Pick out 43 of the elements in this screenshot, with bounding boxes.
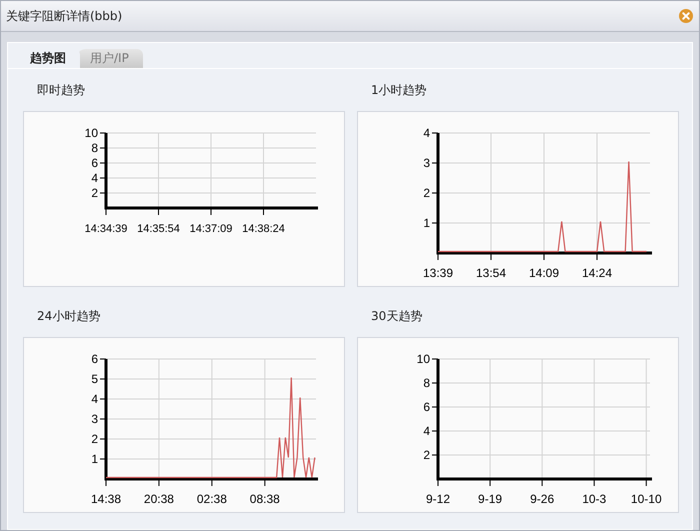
x-tick-label: 14:34:39 (84, 223, 128, 235)
y-tick-label: 1 (423, 216, 430, 230)
y-tick-label: 2 (91, 432, 98, 446)
chart-title: 即时趋势 (36, 82, 86, 99)
chart-title: 1小时趋势 (370, 82, 428, 99)
x-tick-label: 9-19 (478, 492, 502, 506)
chart-title: 24小时趋势 (36, 308, 102, 325)
x-tick-label: 14:37:09 (190, 223, 232, 235)
x-tick-label: 14:35:54 (137, 223, 180, 235)
x-tick-label: 14:09 (528, 266, 560, 280)
y-tick-label: 8 (91, 141, 98, 155)
x-tick-label: 10-10 (630, 492, 662, 506)
y-tick-label: 4 (423, 424, 430, 438)
y-tick-label: 4 (423, 126, 430, 140)
y-tick-label: 10 (84, 126, 98, 140)
x-tick-label: 08:38 (250, 492, 280, 506)
x-tick-label: 14:24 (582, 266, 612, 280)
x-tick-label: 9-12 (426, 492, 450, 506)
y-tick-label: 6 (423, 400, 430, 414)
x-tick-label: 10-3 (582, 492, 606, 506)
close-icon[interactable] (679, 9, 693, 23)
y-tick-label: 1 (91, 452, 98, 466)
x-tick-label: 14:38 (90, 492, 122, 506)
y-tick-label: 3 (91, 412, 98, 426)
y-tick-label: 10 (416, 352, 430, 366)
y-tick-label: 6 (91, 156, 98, 170)
chart-title: 30天趋势 (370, 308, 424, 325)
x-tick-label: 20:38 (144, 492, 174, 506)
y-tick-label: 5 (91, 372, 98, 386)
y-tick-label: 2 (91, 186, 98, 200)
y-tick-label: 2 (423, 448, 430, 462)
y-tick-label: 4 (91, 171, 98, 185)
x-tick-label: 02:38 (196, 492, 227, 506)
y-tick-label: 8 (423, 376, 430, 390)
y-tick-label: 2 (423, 186, 430, 200)
y-tick-label: 4 (91, 392, 98, 406)
x-tick-label: 13:54 (476, 266, 506, 280)
y-tick-label: 6 (91, 352, 98, 366)
y-tick-label: 3 (423, 156, 430, 170)
x-tick-label: 14:38:24 (242, 223, 285, 235)
x-tick-label: 9-26 (530, 492, 554, 506)
x-tick-label: 13:39 (422, 266, 454, 280)
window-title: 关键字阻断详情(bbb) (6, 8, 122, 24)
